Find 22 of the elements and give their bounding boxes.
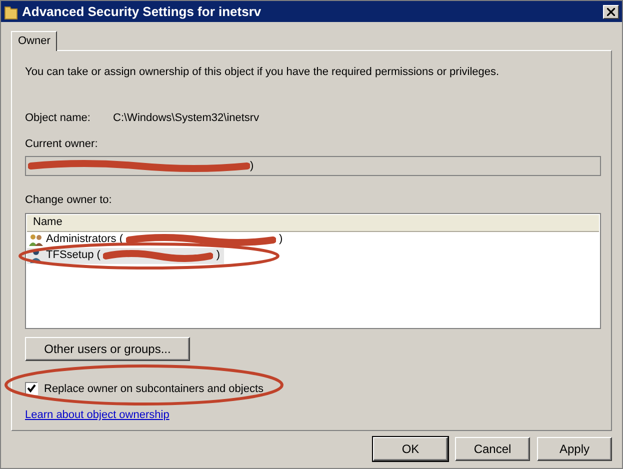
intro-text: You can take or assign ownership of this object if you have the required permissions or privileges. — [25, 65, 500, 80]
folder-icon — [4, 4, 18, 20]
dialog-button[interactable]: Cancel — [455, 437, 530, 461]
other-users-button[interactable]: Other users or groups... — [25, 336, 190, 360]
checkbox[interactable] — [25, 382, 38, 396]
current-owner-label: Current owner: — [25, 136, 99, 152]
tab[interactable]: Owner — [11, 31, 58, 51]
close-icon — [607, 8, 615, 16]
group-icon — [29, 232, 43, 246]
field-text: ) — [250, 158, 254, 174]
object-name-label: Object name: — [25, 111, 92, 126]
close-button[interactable] — [603, 4, 619, 18]
change-owner-label: Change owner to: — [25, 193, 113, 208]
dialog-button[interactable]: Apply — [537, 437, 612, 461]
list-item[interactable]: TFSsetup ( ) — [27, 248, 224, 264]
help-link[interactable]: Learn about object ownership — [25, 407, 170, 424]
column-header[interactable]: Name — [27, 214, 599, 232]
checkbox-label: Replace owner on subcontainers and objects — [44, 382, 264, 396]
checkmark-icon — [27, 384, 36, 394]
dialog-button[interactable]: OK — [373, 437, 448, 461]
object-name-value: C:\Windows\System32\inetsrv — [113, 111, 260, 126]
window-title: Advanced Security Settings for inetsrv — [22, 2, 262, 21]
